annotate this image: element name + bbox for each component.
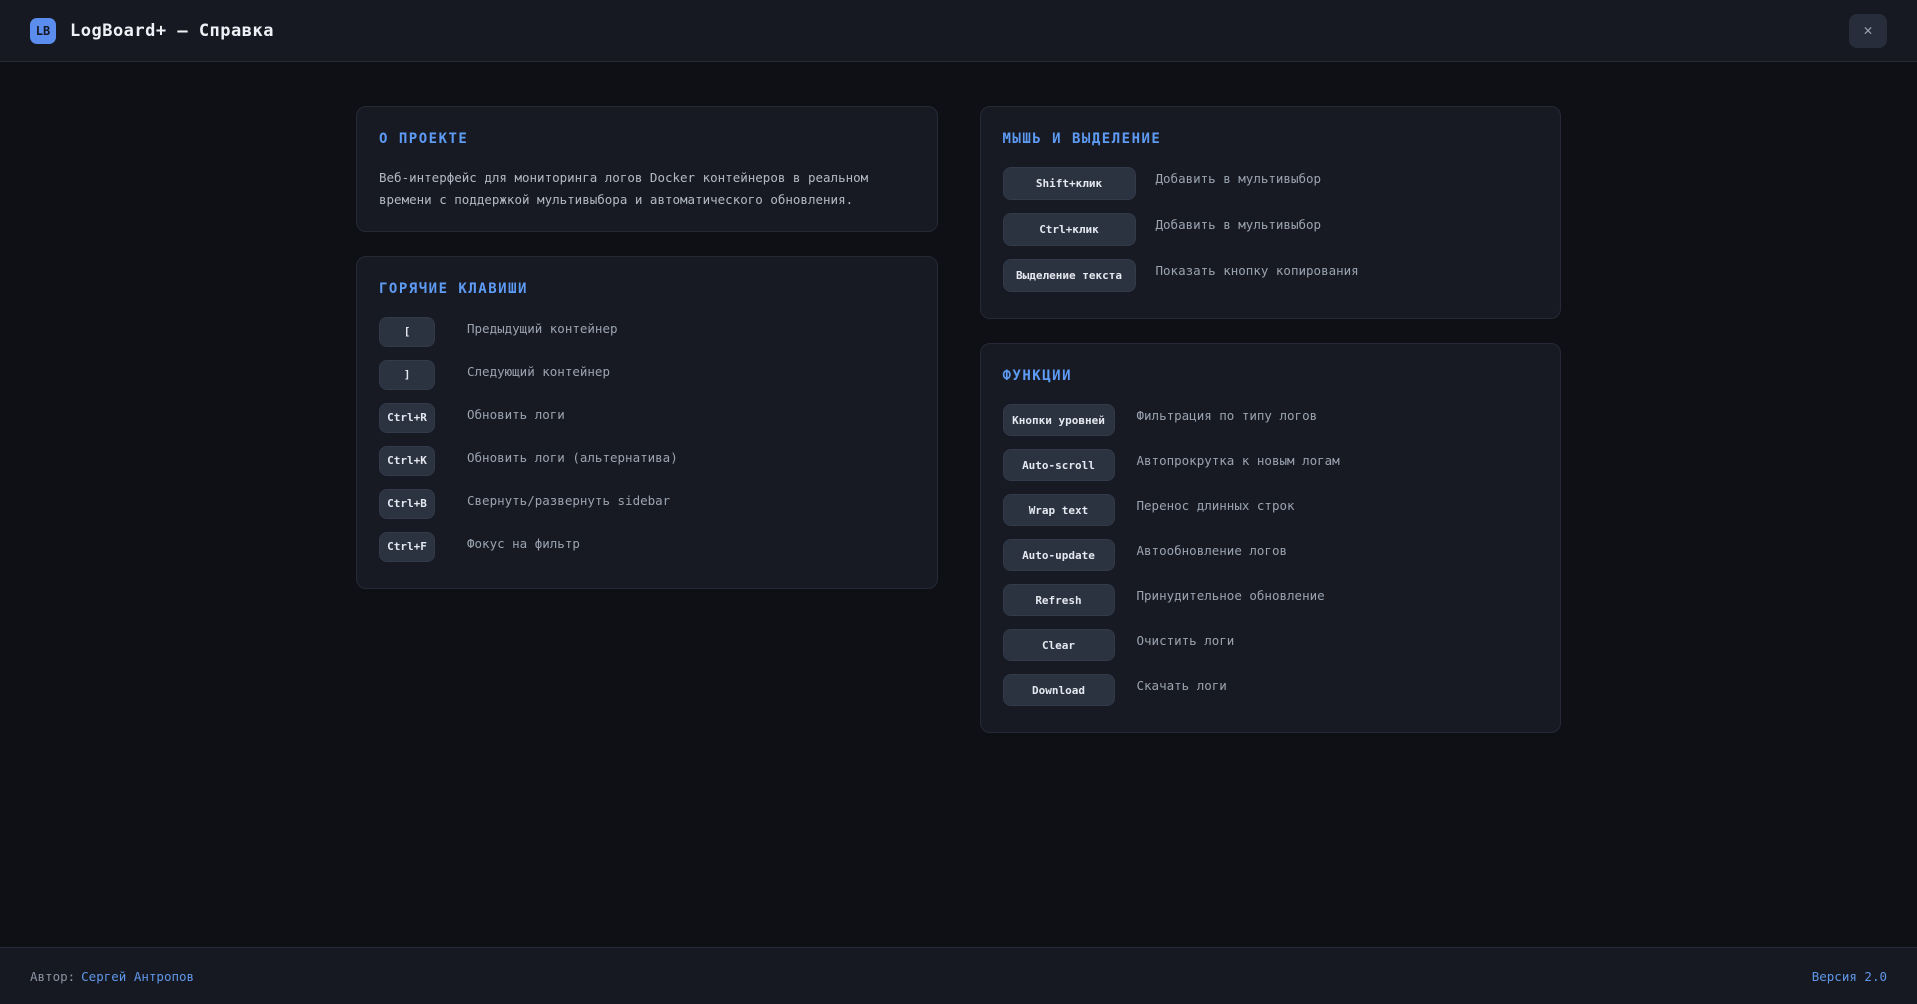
mouse-action-badge: Ctrl+клик [1003,213,1136,246]
hotkey-description: Обновить логи [467,403,565,424]
mouse-action-description: Добавить в мультивыбор [1156,213,1322,234]
about-card: О ПРОЕКТЕ Веб-интерфейс для мониторинга … [356,106,938,232]
mouse-row: Выделение текста Показать кнопку копиров… [1003,259,1539,292]
mouse-row: Ctrl+клик Добавить в мультивыбор [1003,213,1539,246]
right-column: МЫШЬ И ВЫДЕЛЕНИЕ Shift+клик Добавить в м… [980,106,1562,733]
function-badge: Download [1003,674,1115,706]
mouse-card: МЫШЬ И ВЫДЕЛЕНИЕ Shift+клик Добавить в м… [980,106,1562,319]
close-button[interactable]: ✕ [1849,14,1887,48]
version-label: Версия 2.0 [1812,969,1887,984]
hotkey-badge: [ [379,317,435,347]
hotkeys-card: ГОРЯЧИЕ КЛАВИШИ [ Предыдущий контейнер ]… [356,256,938,589]
app-logo: LB [30,18,56,44]
hotkeys-card-title: ГОРЯЧИЕ КЛАВИШИ [379,281,915,297]
close-icon: ✕ [1863,23,1872,38]
function-description: Принудительное обновление [1137,584,1325,605]
author-link[interactable]: Сергей Антропов [81,969,194,984]
function-description: Автообновление логов [1137,539,1288,560]
mouse-card-title: МЫШЬ И ВЫДЕЛЕНИЕ [1003,131,1539,147]
hotkey-description: Фокус на фильтр [467,532,580,553]
hotkey-row: Ctrl+R Обновить логи [379,403,915,433]
hotkey-badge: Ctrl+K [379,446,435,476]
function-row: Download Скачать логи [1003,674,1539,706]
hotkey-description: Обновить логи (альтернатива) [467,446,678,467]
author-label: Автор: [30,969,75,984]
hotkey-row: Ctrl+F Фокус на фильтр [379,532,915,562]
function-badge: Auto-scroll [1003,449,1115,481]
function-badge: Auto-update [1003,539,1115,571]
function-description: Фильтрация по типу логов [1137,404,1318,425]
mouse-action-badge: Выделение текста [1003,259,1136,292]
hotkey-badge: Ctrl+R [379,403,435,433]
function-description: Перенос длинных строк [1137,494,1295,515]
mouse-list: Shift+клик Добавить в мультивыбор Ctrl+к… [1003,167,1539,292]
function-row: Кнопки уровней Фильтрация по типу логов [1003,404,1539,436]
function-row: Wrap text Перенос длинных строк [1003,494,1539,526]
function-row: Clear Очистить логи [1003,629,1539,661]
function-row: Auto-scroll Автопрокрутка к новым логам [1003,449,1539,481]
hotkey-row: Ctrl+B Свернуть/развернуть sidebar [379,489,915,519]
hotkey-row: Ctrl+K Обновить логи (альтернатива) [379,446,915,476]
functions-card: ФУНКЦИИ Кнопки уровней Фильтрация по тип… [980,343,1562,733]
hotkey-badge: Ctrl+F [379,532,435,562]
function-badge: Refresh [1003,584,1115,616]
hotkey-description: Свернуть/развернуть sidebar [467,489,670,510]
hotkey-row: ] Следующий контейнер [379,360,915,390]
main-content: О ПРОЕКТЕ Веб-интерфейс для мониторинга … [356,62,1561,947]
hotkey-badge: Ctrl+B [379,489,435,519]
functions-list: Кнопки уровней Фильтрация по типу логов … [1003,404,1539,706]
mouse-row: Shift+клик Добавить в мультивыбор [1003,167,1539,200]
function-badge: Кнопки уровней [1003,404,1115,436]
function-badge: Wrap text [1003,494,1115,526]
mouse-action-badge: Shift+клик [1003,167,1136,200]
mouse-action-description: Показать кнопку копирования [1156,259,1359,280]
hotkey-description: Следующий контейнер [467,360,610,381]
function-badge: Clear [1003,629,1115,661]
hotkey-row: [ Предыдущий контейнер [379,317,915,347]
app-header: LB LogBoard+ — Справка ✕ [0,0,1917,62]
hotkey-badge: ] [379,360,435,390]
footer-author: Автор: Сергей Антропов [30,969,194,984]
mouse-action-description: Добавить в мультивыбор [1156,167,1322,188]
app-footer: Автор: Сергей Антропов Версия 2.0 [0,947,1917,1004]
function-description: Автопрокрутка к новым логам [1137,449,1340,470]
function-row: Auto-update Автообновление логов [1003,539,1539,571]
hotkey-description: Предыдущий контейнер [467,317,618,338]
about-card-title: О ПРОЕКТЕ [379,131,915,147]
hotkeys-list: [ Предыдущий контейнер ] Следующий конте… [379,317,915,562]
about-text: Веб-интерфейс для мониторинга логов Dock… [379,167,915,211]
left-column: О ПРОЕКТЕ Веб-интерфейс для мониторинга … [356,106,938,589]
function-description: Очистить логи [1137,629,1235,650]
page-title: LogBoard+ — Справка [70,21,274,41]
function-description: Скачать логи [1137,674,1227,695]
functions-card-title: ФУНКЦИИ [1003,368,1539,384]
function-row: Refresh Принудительное обновление [1003,584,1539,616]
help-page: LB LogBoard+ — Справка ✕ О ПРОЕКТЕ Веб-и… [0,0,1917,1004]
